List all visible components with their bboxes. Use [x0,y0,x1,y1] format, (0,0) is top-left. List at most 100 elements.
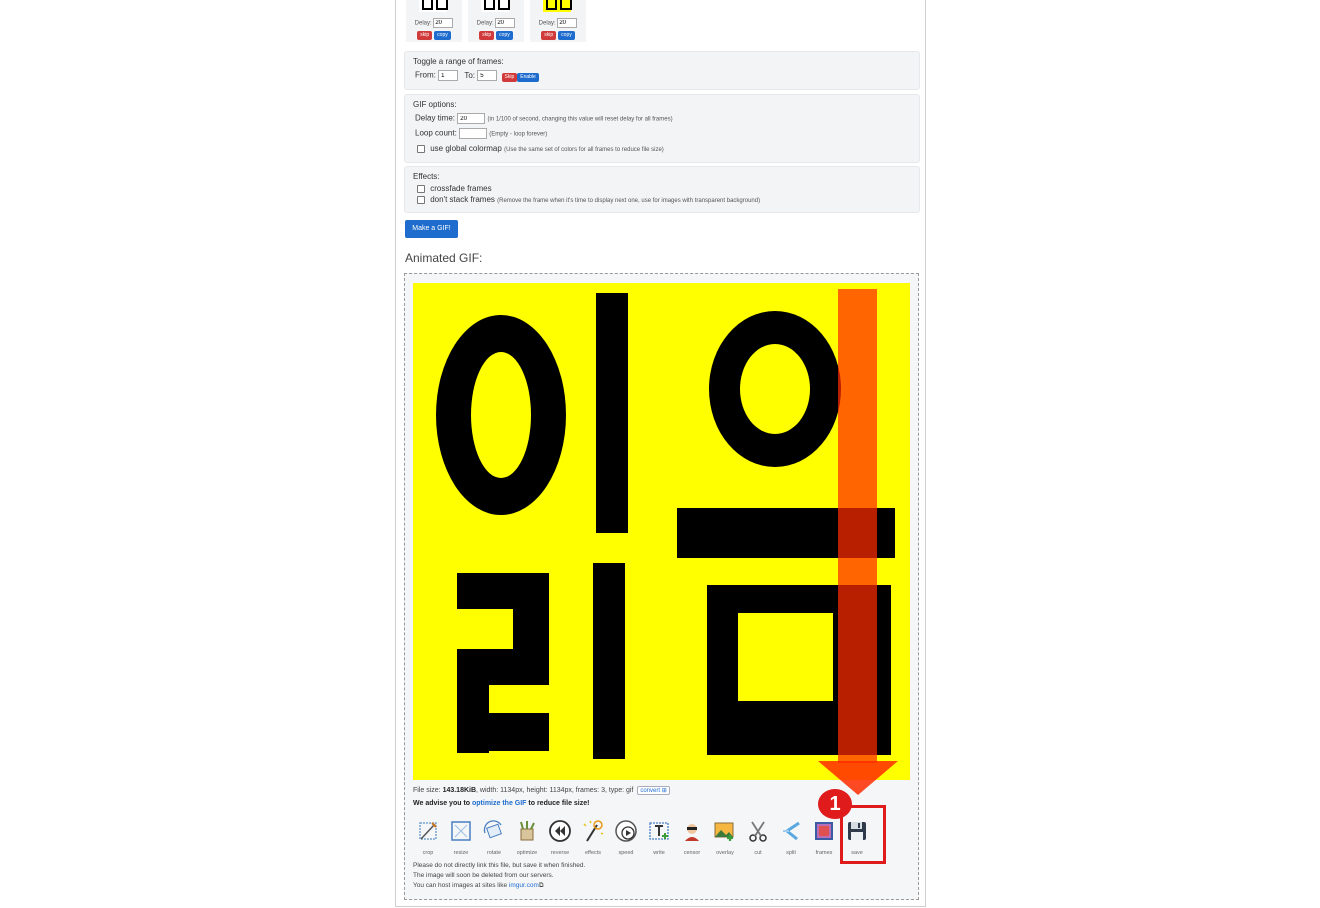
convert-icon: ⊞ [661,788,667,794]
tool-resize[interactable]: resize [446,819,476,856]
effects-panel: Effects: crossfade frames don't stack fr… [404,166,920,213]
tool-label: cut [754,850,762,856]
notice-line-1: Please do not directly link this file, b… [413,862,586,869]
optimize-advice: We advise you to optimize the GIF to red… [413,800,589,807]
frame-delay-row: Delay: [530,18,586,28]
delay-time-label: Delay time: [415,113,456,123]
delay-time-input[interactable] [457,113,486,124]
loop-count-input[interactable] [459,128,488,139]
advice-pre: We advise you to [413,800,472,807]
tool-crop[interactable]: crop [413,819,443,856]
frames-icon [815,822,833,840]
tool-write[interactable]: write [644,819,674,856]
tool-reverse[interactable]: reverse [545,819,575,856]
file-info: File size: 143.18KiB, width: 1134px, hei… [413,786,670,795]
editor-page: Delay: skip copy Delay: skip copy Delay: [395,0,926,907]
effects-title: Effects: [413,172,440,181]
write-icon [649,822,669,840]
global-colormap-checkbox[interactable] [417,144,425,153]
crossfade-row: crossfade frames [417,184,492,193]
tool-label: overlay [716,850,734,856]
frame-skip-button[interactable]: skip [417,31,433,40]
tool-label: resize [453,850,469,856]
tool-label: optimize [516,850,538,856]
frame-delay-label: Delay: [476,20,494,27]
crossfade-checkbox[interactable] [417,184,425,193]
tool-rotate[interactable]: rotate [479,819,509,856]
censor-icon [685,824,699,841]
animated-gif-image[interactable] [413,283,910,780]
frame-skip-button[interactable]: skip [479,31,495,40]
file-size: 143.18KiB [442,787,477,794]
tool-label: rotate [486,850,502,856]
delay-time-hint: (in 1/100 of second, changing this value… [487,116,673,123]
notice-line-3-pre: You can host images at sites like [413,882,509,889]
frame-copy-button[interactable]: copy [496,31,513,40]
frame-copy-button[interactable]: copy [558,31,575,40]
frame-delay-input[interactable] [557,18,578,28]
gif-options-title: GIF options: [413,100,457,109]
frame-card: Delay: skip copy [530,0,586,42]
range-enable-button[interactable]: Enable [517,72,539,82]
tool-effects[interactable]: effects [578,819,608,856]
tool-label: frames [815,850,833,856]
make-gif-button[interactable]: Make a GIF! [405,220,458,238]
convert-button[interactable]: convert ⊞ [637,786,670,795]
optimize-link[interactable]: optimize the GIF [472,800,526,807]
frame-delay-input[interactable] [495,18,516,28]
tool-cut[interactable]: cut [743,819,773,856]
frame-thumbnail [419,0,448,12]
frame-copy-button[interactable]: copy [434,31,451,40]
notice-line-2: The image will soon be deleted from our … [413,872,554,879]
global-colormap-hint: (Use the same set of colors for all fram… [504,147,664,153]
tool-label: censor [683,850,701,856]
tool-label: split [786,850,796,856]
to-input[interactable] [477,70,498,81]
hosting-notice: Please do not directly link this file, b… [413,861,585,891]
frame-delay-label: Delay: [414,20,432,27]
tool-label: reverse [550,850,570,856]
loop-count-hint: (Empty - loop forever) [489,131,548,138]
tool-speed[interactable]: speed [611,819,641,856]
frame-delay-label: Delay: [538,20,556,27]
overlay-icon [714,822,734,841]
tool-overlay[interactable]: overlay [710,819,740,856]
crop-icon [419,822,437,840]
tool-split[interactable]: split [776,819,806,856]
gif-hangul-artwork [436,293,895,759]
from-input[interactable] [438,70,459,81]
gif-options-panel: GIF options: Delay time: (in 1/100 of se… [404,94,920,163]
crossfade-label: crossfade frames [430,184,492,193]
range-skip-button[interactable]: Skip [501,72,518,82]
frame-skip-button[interactable]: skip [541,31,557,40]
loop-count-label: Loop count: [415,128,457,138]
speed-icon [615,820,637,842]
tool-label: speed [618,850,634,856]
frame-delay-row: Delay: [468,18,524,28]
imgur-link[interactable]: imgur.com [509,882,539,889]
global-colormap-row: use global colormap (Use the same set of… [417,144,664,153]
advice-post: to reduce file size! [526,800,590,807]
loop-count-row: Loop count: (Empty - loop forever) [415,128,547,139]
frame-delay-input[interactable] [433,18,454,28]
frame-delay-row: Delay: [406,18,462,28]
nostack-label: don't stack frames [430,195,495,204]
tool-frames[interactable]: frames [809,819,839,856]
toggle-range-row: From: To: SkipEnable [415,70,540,82]
tool-optimize[interactable]: optimize [512,819,542,856]
animated-gif-title: Animated GIF: [405,251,483,265]
tool-label: effects [584,850,602,856]
tool-label: write [653,850,665,856]
cut-icon [749,821,767,842]
file-info-details: , width: 1134px, height: 1134px, frames:… [476,787,634,794]
nostack-checkbox[interactable] [417,195,425,204]
from-label: From: [415,70,436,80]
tool-censor[interactable]: censor [677,819,707,856]
tool-label: crop [422,850,434,856]
nostack-hint: (Remove the frame when it's time to disp… [497,198,761,204]
global-colormap-label: use global colormap [430,144,502,153]
notice-line-3: You can host images at sites like imgur.… [413,881,585,891]
toggle-range-title: Toggle a range of frames: [413,57,504,66]
frame-card: Delay: skip copy [406,0,462,42]
frame-thumbnail [481,0,510,12]
